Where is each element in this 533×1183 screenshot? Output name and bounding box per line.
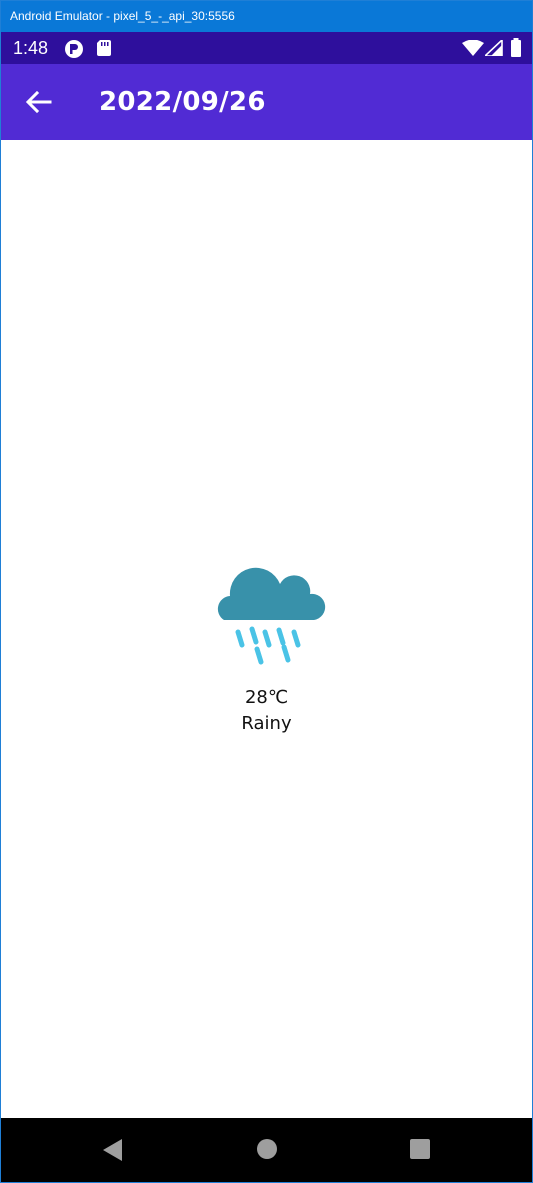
status-time: 1:48 xyxy=(13,38,49,58)
nav-overview-button[interactable] xyxy=(409,1138,431,1164)
home-circle-icon xyxy=(256,1139,278,1164)
page-title: 2022/09/26 xyxy=(99,87,266,117)
battery-icon xyxy=(510,38,522,62)
system-nav-bar xyxy=(1,1118,532,1182)
emulator-window: Android Emulator - pixel_5_-_api_30:5556… xyxy=(0,0,533,1183)
condition-label: Rainy xyxy=(241,713,292,734)
back-button[interactable] xyxy=(23,86,55,118)
notification-app-icon xyxy=(64,39,84,63)
nav-home-button[interactable] xyxy=(256,1138,278,1164)
weather-detail-content: 28℃ Rainy xyxy=(1,140,532,1118)
emulator-title: Android Emulator - pixel_5_-_api_30:5556 xyxy=(10,9,235,23)
cell-signal-icon xyxy=(482,38,503,60)
app-bar: 2022/09/26 xyxy=(1,64,532,140)
nav-back-button[interactable] xyxy=(102,1138,124,1166)
temperature-label: 28℃ xyxy=(244,687,289,708)
status-bar: 1:48 xyxy=(1,32,532,64)
wifi-icon xyxy=(462,39,484,60)
back-triangle-icon xyxy=(102,1139,124,1166)
overview-square-icon xyxy=(409,1139,431,1164)
rain-cloud-icon xyxy=(210,550,328,668)
arrow-left-icon xyxy=(23,90,55,122)
emulator-title-bar: Android Emulator - pixel_5_-_api_30:5556 xyxy=(1,1,532,32)
sd-card-icon xyxy=(96,39,112,61)
